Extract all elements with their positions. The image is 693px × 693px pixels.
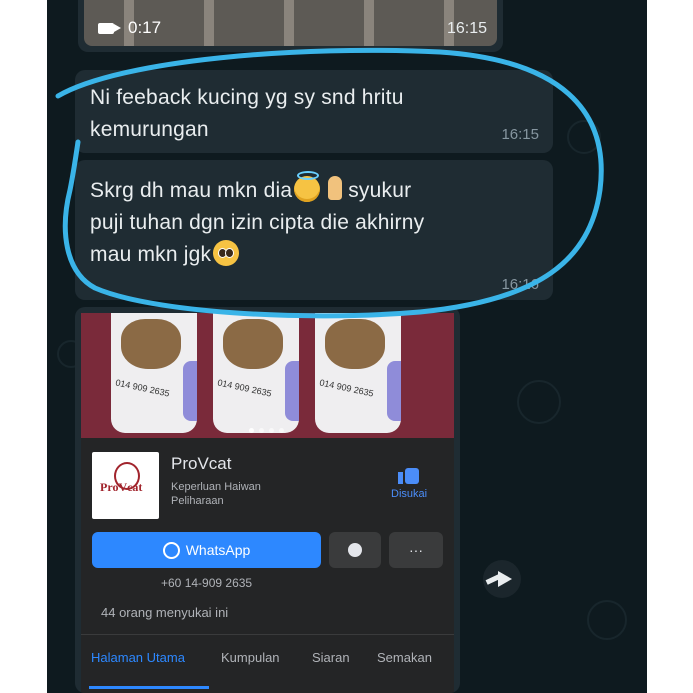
message-text: Skrg dh mau mkn dia syukur puji tuhan dgn…	[90, 171, 425, 271]
message-line: kemurungan	[90, 118, 209, 141]
message-line: mau mkn jgk	[90, 239, 424, 271]
message-fragment: syukur	[348, 179, 412, 202]
message-bubble[interactable]: Skrg dh mau mkn dia syukur puji tuhan dgn…	[75, 160, 553, 300]
forward-icon	[498, 571, 512, 587]
message-time: 16:15	[446, 20, 487, 37]
folded-hands-emoji	[326, 176, 344, 202]
tab-siaran[interactable]: Siaran	[312, 650, 350, 665]
tab-halaman-utama[interactable]: Halaman Utama	[91, 650, 185, 665]
whatsapp-button[interactable]: WhatsApp	[92, 532, 321, 568]
forward-button[interactable]	[483, 560, 521, 598]
divider	[81, 634, 454, 635]
messenger-icon	[348, 543, 362, 557]
more-options-button[interactable]: ···	[389, 532, 443, 568]
page-tabs: Halaman Utama Kumpulan Siaran Semakan	[81, 650, 454, 690]
liked-button[interactable]: Disukai	[391, 462, 427, 500]
smiling-halo-emoji	[294, 171, 321, 202]
wallpaper-doodle	[587, 600, 627, 640]
video-message-bubble[interactable]: 0:17 16:15	[78, 0, 503, 52]
message-line: Skrg dh mau mkn dia syukur	[90, 171, 424, 207]
logo-text: ProVcat	[100, 480, 143, 494]
video-camera-icon	[98, 22, 121, 34]
category-line: Peliharaan	[171, 495, 224, 507]
active-tab-indicator	[89, 686, 209, 689]
message-line: Ni feeback kucing yg sy snd hritu	[90, 86, 404, 109]
likes-count: 44 orang menyukai ini	[101, 605, 229, 620]
carousel-dots[interactable]	[249, 428, 284, 433]
messenger-button[interactable]	[329, 532, 381, 568]
message-fragment: Skrg dh mau mkn dia	[90, 179, 293, 202]
whatsapp-icon	[162, 541, 180, 559]
message-line: puji tuhan dgn izin cipta die akhirny	[90, 211, 425, 234]
banner-phone: 014 909 2635	[318, 377, 375, 399]
video-duration: 0:17	[128, 18, 162, 37]
page-category: Keperluan Haiwan Peliharaan	[171, 480, 291, 508]
message-fragment: mau mkn jgk	[90, 243, 212, 266]
page-logo: ProVcat	[92, 452, 159, 519]
wallpaper-doodle	[517, 380, 561, 424]
wallpaper-doodle	[567, 120, 601, 154]
message-time: 16:15	[501, 126, 539, 143]
thumbs-up-icon	[398, 462, 420, 484]
message-bubble[interactable]: Ni feeback kucing yg sy snd hritu kemuru…	[75, 70, 553, 153]
page-name[interactable]: ProVcat	[171, 454, 231, 474]
video-meta: 0:17	[98, 18, 161, 38]
message-time: 16:16	[501, 276, 539, 293]
tab-kumpulan[interactable]: Kumpulan	[221, 650, 280, 665]
product-can: 014 909 2635	[315, 313, 401, 433]
message-text: Ni feeback kucing yg sy snd hritu kemuru…	[90, 82, 404, 146]
banner-phone: 014 909 2635	[114, 377, 171, 399]
tab-semakan[interactable]: Semakan	[377, 650, 432, 665]
whatsapp-label: WhatsApp	[185, 542, 251, 558]
phone-number: +60 14-909 2635	[161, 576, 253, 590]
pleading-face-emoji	[213, 240, 240, 266]
category-line: Keperluan Haiwan	[171, 481, 261, 493]
banner-phone: 014 909 2635	[216, 377, 273, 399]
page-info-panel: ProVcat ProVcat Keperluan Haiwan Pelihar…	[81, 438, 454, 693]
facebook-preview-card[interactable]: 014 909 2635 014 909 2635 014 909 2635 P…	[75, 307, 460, 693]
cover-banner: 014 909 2635 014 909 2635 014 909 2635	[81, 313, 454, 438]
product-can: 014 909 2635	[213, 313, 299, 433]
liked-label: Disukai	[391, 488, 428, 500]
product-can: 014 909 2635	[111, 313, 197, 433]
